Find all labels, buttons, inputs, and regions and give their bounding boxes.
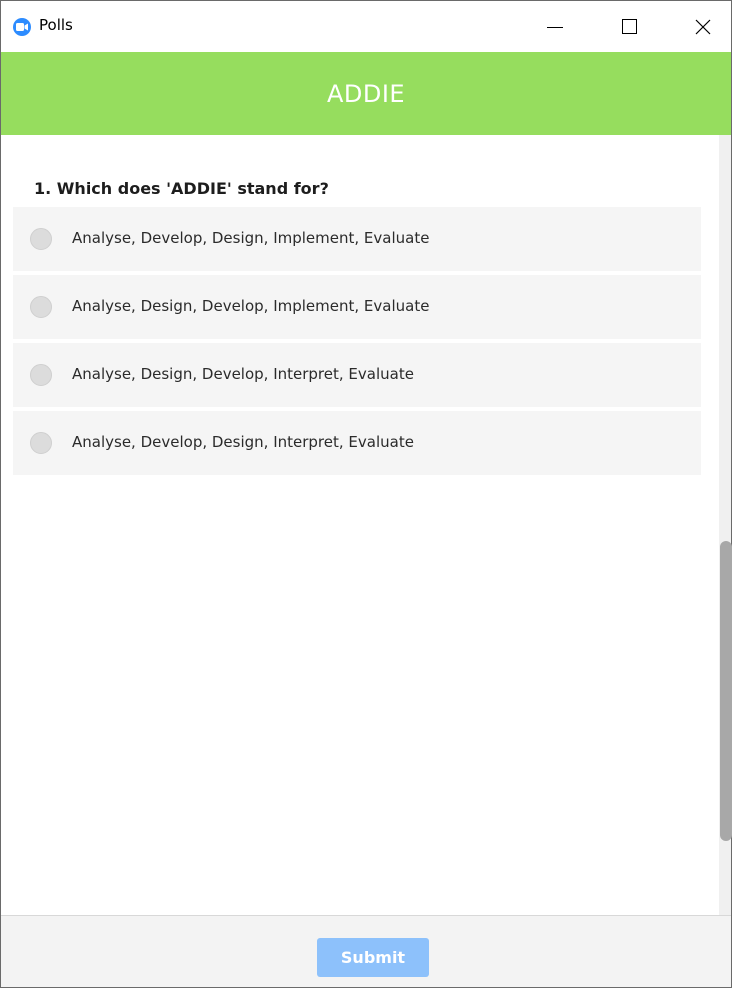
maximize-icon (621, 19, 637, 34)
poll-title: ADDIE (326, 79, 406, 108)
close-icon (695, 19, 711, 34)
zoom-camera-icon (13, 18, 31, 36)
radio-button[interactable] (30, 364, 52, 386)
answer-option-label: Analyse, Develop, Design, Interpret, Eva… (72, 433, 414, 451)
polls-window: Polls ADDIE 1. Which does 'ADDIE' stand … (0, 0, 732, 988)
question-text: 1. Which does 'ADDIE' stand for? (34, 179, 329, 198)
answer-options: Analyse, Develop, Design, Implement, Eva… (13, 207, 701, 479)
radio-button[interactable] (30, 228, 52, 250)
minimize-button[interactable] (533, 1, 577, 52)
answer-option-3[interactable]: Analyse, Design, Develop, Interpret, Eva… (13, 343, 701, 407)
answer-option-label: Analyse, Develop, Design, Implement, Eva… (72, 229, 430, 247)
answer-option-label: Analyse, Design, Develop, Interpret, Eva… (72, 365, 414, 383)
answer-option-4[interactable]: Analyse, Develop, Design, Interpret, Eva… (13, 411, 701, 475)
poll-header: ADDIE (1, 52, 731, 135)
answer-option-2[interactable]: Analyse, Design, Develop, Implement, Eva… (13, 275, 701, 339)
radio-button[interactable] (30, 296, 52, 318)
answer-option-1[interactable]: Analyse, Develop, Design, Implement, Eva… (13, 207, 701, 271)
scrollbar-thumb[interactable] (720, 541, 732, 841)
window-title: Polls (39, 16, 73, 34)
title-bar[interactable]: Polls (1, 1, 731, 52)
submit-button[interactable]: Submit (317, 938, 429, 977)
radio-button[interactable] (30, 432, 52, 454)
poll-footer: Submit (1, 915, 731, 987)
vertical-scrollbar[interactable] (719, 135, 732, 915)
answer-option-label: Analyse, Design, Develop, Implement, Eva… (72, 297, 430, 315)
minimize-icon (547, 27, 563, 28)
close-button[interactable] (681, 1, 725, 52)
maximize-button[interactable] (607, 1, 651, 52)
poll-content: 1. Which does 'ADDIE' stand for? Analyse… (1, 135, 719, 915)
